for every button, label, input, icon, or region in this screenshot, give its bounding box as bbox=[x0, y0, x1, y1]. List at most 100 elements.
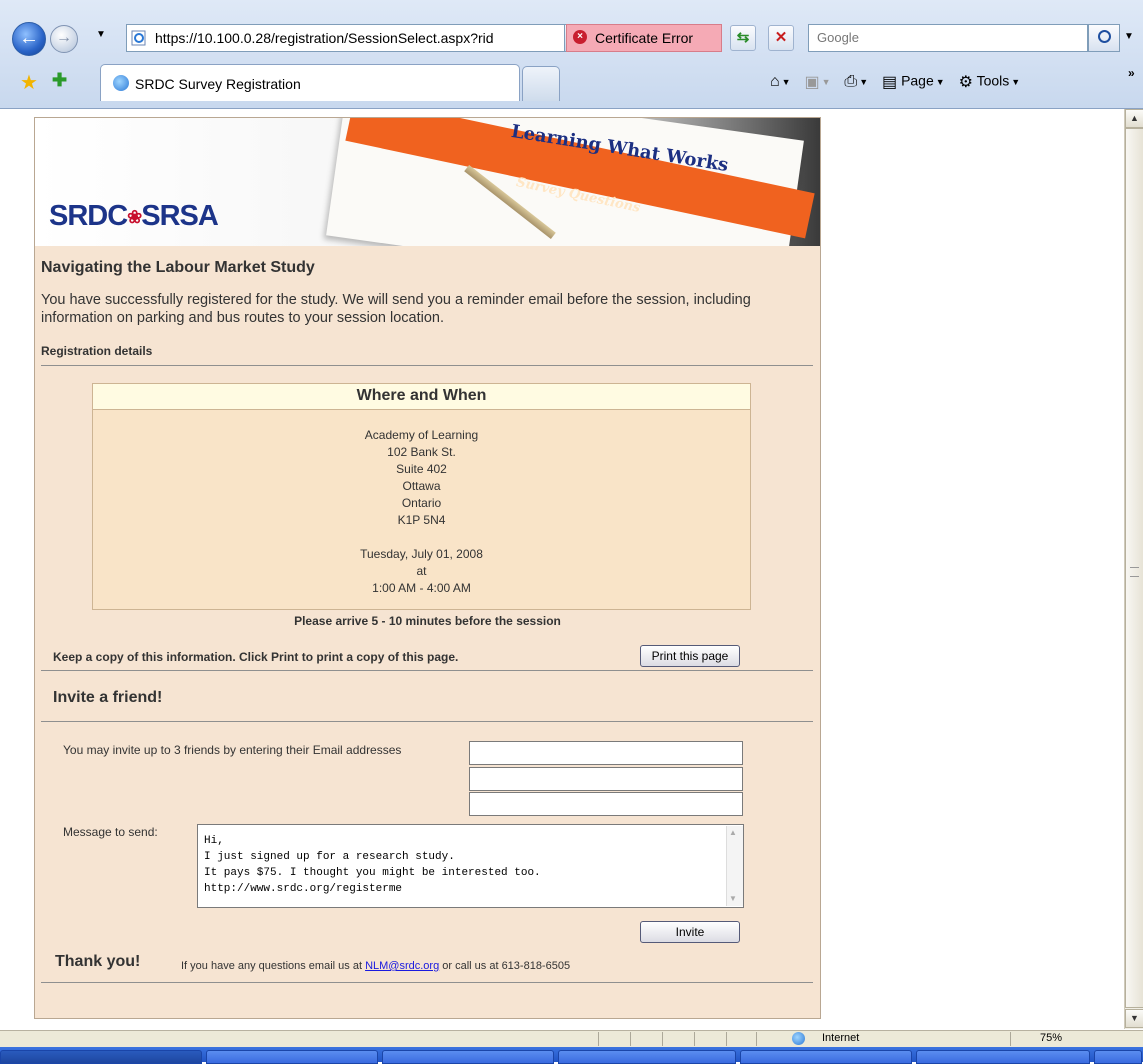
status-separator bbox=[1010, 1032, 1011, 1046]
add-favorites-icon[interactable]: ✚ bbox=[52, 70, 67, 91]
gear-icon: ⚙ bbox=[958, 74, 973, 91]
print-page-button[interactable]: Print this page bbox=[640, 645, 740, 667]
scroll-up-arrow-icon[interactable]: ▲ bbox=[729, 828, 737, 837]
session-at: at bbox=[416, 564, 427, 578]
vertical-scrollbar[interactable]: ▲ ▼ bbox=[1124, 109, 1143, 1029]
address-line: Ottawa bbox=[402, 479, 441, 493]
invite-emails-label: You may invite up to 3 friends by enteri… bbox=[63, 743, 402, 757]
scrollbar-thumb[interactable] bbox=[1125, 128, 1143, 1008]
srdc-logo: SRDC❀SRSA bbox=[49, 200, 219, 232]
status-bar bbox=[0, 1030, 1143, 1047]
address-line: 102 Bank St. bbox=[387, 445, 456, 459]
page-menu-icon: ▤ bbox=[882, 74, 898, 91]
favorites-star-icon[interactable]: ★ bbox=[20, 70, 38, 95]
status-separator bbox=[598, 1032, 599, 1046]
where-and-when-header: Where and When bbox=[93, 384, 750, 410]
address-line: Academy of Learning bbox=[364, 428, 479, 442]
tools-menu[interactable]: ⚙ Tools ▼ bbox=[959, 72, 1021, 92]
page-menu[interactable]: ▤ Page ▼ bbox=[882, 72, 945, 92]
divider bbox=[41, 982, 813, 983]
session-location: Academy of Learning 102 Bank St. Suite 4… bbox=[93, 427, 750, 597]
session-date: Tuesday, July 01, 2008 bbox=[360, 547, 483, 561]
forward-arrow-icon: → bbox=[56, 29, 72, 46]
divider bbox=[41, 721, 813, 722]
shield-error-icon: × bbox=[573, 30, 587, 44]
certificate-error-button[interactable]: × Certificate Error bbox=[566, 24, 722, 52]
status-separator bbox=[726, 1032, 727, 1046]
home-icon: ⌂ bbox=[770, 73, 780, 90]
page-icon bbox=[131, 30, 147, 46]
browser-chrome: ← → ▼ https://10.100.0.28/registration/S… bbox=[0, 0, 1143, 109]
friend-email-field-1[interactable] bbox=[469, 741, 743, 765]
recent-pages-dropdown-icon[interactable]: ▼ bbox=[96, 29, 106, 40]
search-input[interactable]: Google bbox=[808, 24, 1088, 52]
where-and-when-title: Where and When bbox=[356, 387, 487, 404]
search-icon bbox=[1098, 30, 1111, 43]
ie-page-icon bbox=[113, 75, 129, 91]
registration-page: Learning What Works Survey Questions SRD… bbox=[34, 117, 821, 1019]
contact-info: If you have any questions email us at NL… bbox=[181, 960, 570, 972]
tab-srdc-survey-registration[interactable]: SRDC Survey Registration bbox=[100, 64, 520, 101]
divider bbox=[41, 365, 813, 366]
address-bar[interactable]: https://10.100.0.28/registration/Session… bbox=[126, 24, 566, 52]
refresh-icon: ⇆ bbox=[736, 29, 750, 46]
home-button[interactable]: ⌂ ▼ bbox=[770, 73, 791, 91]
search-placeholder: Google bbox=[817, 30, 859, 45]
invite-button[interactable]: Invite bbox=[640, 921, 740, 943]
search-button[interactable] bbox=[1088, 24, 1120, 52]
status-separator bbox=[630, 1032, 631, 1046]
back-arrow-icon: ← bbox=[19, 27, 39, 49]
print-toolbar-button[interactable]: ⎙ ▼ bbox=[844, 73, 868, 91]
divider bbox=[41, 670, 813, 671]
invite-title: Invite a friend! bbox=[53, 689, 163, 706]
scroll-down-arrow-icon[interactable]: ▼ bbox=[729, 894, 737, 903]
session-time: 1:00 AM - 4:00 AM bbox=[372, 581, 471, 595]
feeds-button[interactable]: ▣ ▼ bbox=[804, 72, 830, 92]
stop-button[interactable]: ✕ bbox=[768, 25, 794, 51]
thank-you-heading: Thank you! bbox=[55, 953, 141, 970]
banner: Learning What Works Survey Questions SRD… bbox=[35, 118, 820, 246]
back-button[interactable]: ← bbox=[12, 22, 46, 56]
friend-email-field-2[interactable] bbox=[469, 767, 743, 791]
status-separator bbox=[756, 1032, 757, 1046]
scroll-down-arrow-icon[interactable]: ▼ bbox=[1125, 1009, 1143, 1028]
address-text: https://10.100.0.28/registration/Session… bbox=[155, 30, 494, 46]
message-label: Message to send: bbox=[63, 825, 158, 839]
message-textarea[interactable]: Hi, I just signed up for a research stud… bbox=[197, 824, 744, 908]
globe-icon bbox=[792, 1032, 805, 1045]
scrollbar-grip-icon bbox=[1130, 567, 1139, 577]
search-options-dropdown-icon[interactable]: ▼ bbox=[1120, 24, 1138, 50]
rss-icon: ▣ bbox=[804, 74, 820, 91]
contact-suffix: or call us at 613-818-6505 bbox=[442, 960, 571, 972]
message-scrollbar[interactable]: ▲ ▼ bbox=[726, 826, 743, 906]
command-bar: ⌂ ▼ ▣ ▼ ⎙ ▼ ▤ Page ▼ ⚙ Tools ▼ bbox=[770, 72, 1030, 92]
security-zone-label: Internet bbox=[822, 1032, 860, 1044]
arrive-note: Please arrive 5 - 10 minutes before the … bbox=[294, 614, 561, 628]
more-chevron-icon[interactable]: » bbox=[1128, 66, 1135, 80]
status-separator bbox=[662, 1032, 663, 1046]
refresh-button[interactable]: ⇆ bbox=[730, 25, 756, 51]
scroll-up-arrow-icon[interactable]: ▲ bbox=[1125, 109, 1143, 128]
certificate-error-label: Certificate Error bbox=[595, 30, 694, 46]
friend-email-field-3[interactable] bbox=[469, 792, 743, 816]
address-line: K1P 5N4 bbox=[397, 513, 446, 527]
printer-icon: ⎙ bbox=[844, 73, 858, 90]
tab-title: SRDC Survey Registration bbox=[135, 76, 301, 92]
study-title: Navigating the Labour Market Study bbox=[41, 259, 315, 276]
where-and-when-box: Where and When Academy of Learning 102 B… bbox=[92, 383, 751, 610]
forward-button[interactable]: → bbox=[50, 25, 78, 53]
stop-icon: ✕ bbox=[774, 29, 788, 46]
address-line: Suite 402 bbox=[396, 462, 447, 476]
page-menu-label: Page bbox=[901, 72, 934, 89]
tools-menu-label: Tools bbox=[976, 72, 1010, 89]
contact-email-link[interactable]: NLM@srdc.org bbox=[365, 960, 439, 972]
maple-leaf-icon: ❀ bbox=[127, 206, 142, 227]
keep-copy-note: Keep a copy of this information. Click P… bbox=[53, 650, 459, 664]
message-text: Hi, I just signed up for a research stud… bbox=[204, 835, 541, 895]
registration-details-label: Registration details bbox=[41, 344, 153, 358]
zoom-level[interactable]: 75% bbox=[1040, 1032, 1062, 1044]
new-tab-button[interactable] bbox=[522, 66, 560, 101]
address-line: Ontario bbox=[401, 496, 442, 510]
success-message: You have successfully registered for the… bbox=[41, 292, 751, 326]
